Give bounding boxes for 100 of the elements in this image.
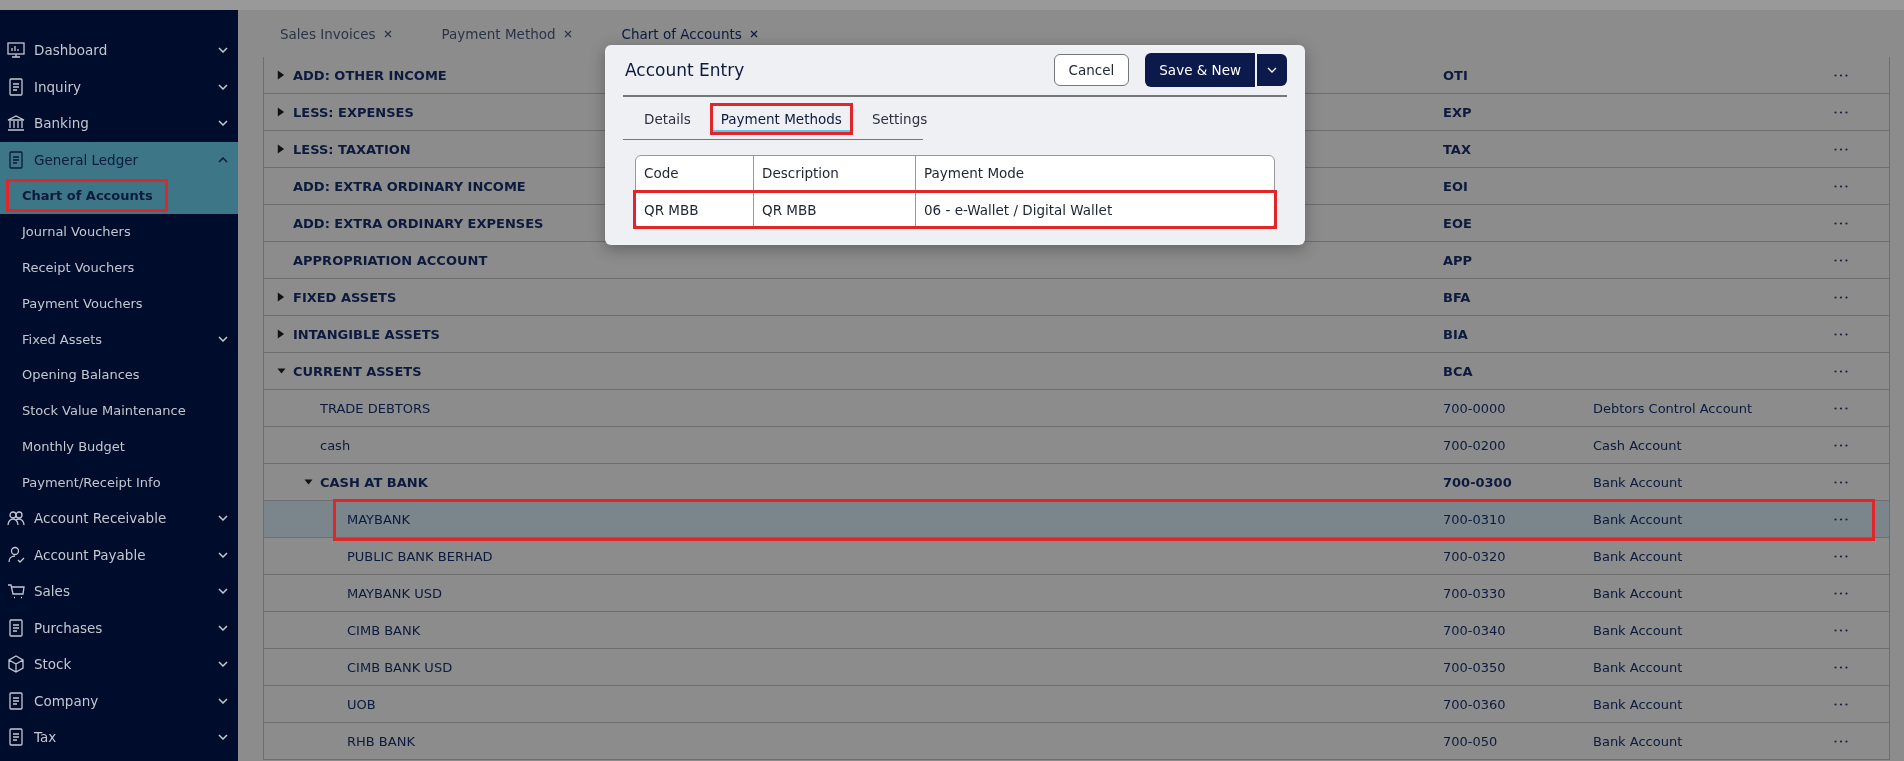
submenu-item[interactable]: Fixed Assets <box>0 321 238 357</box>
person-icon <box>6 544 26 565</box>
tab[interactable]: Payment Method <box>441 25 572 42</box>
menu-label: Purchases <box>34 619 104 636</box>
menu-item[interactable]: Account Payable <box>0 536 238 574</box>
table-row[interactable]: CIMB BANK 700-0340 Bank Account <box>264 612 1889 649</box>
more-icon[interactable] <box>1834 295 1848 299</box>
submenu-item[interactable]: Payment/Receipt Info <box>0 464 238 501</box>
save-new-button[interactable]: Save & New <box>1145 53 1255 87</box>
menu-item[interactable]: Account Receivable <box>0 500 238 537</box>
more-icon[interactable] <box>1834 147 1848 151</box>
account-code: 700-0200 <box>1443 437 1506 453</box>
menu-label: General Ledger <box>34 151 140 168</box>
more-icon[interactable] <box>1834 221 1848 225</box>
more-icon[interactable] <box>1834 517 1848 521</box>
triangle-down-icon[interactable] <box>276 367 287 375</box>
account-code: EXP <box>1443 104 1472 120</box>
menu-label: Dashboard <box>34 42 109 59</box>
more-icon[interactable] <box>1834 332 1848 336</box>
menu-item[interactable]: Purchases <box>0 609 238 647</box>
menu-item[interactable]: Sales <box>0 573 238 610</box>
menu-label: Account Receivable <box>34 510 168 527</box>
chevron-down-icon <box>218 47 228 54</box>
dropdown-button[interactable] <box>1257 54 1287 86</box>
account-code: 700-050 <box>1443 733 1498 749</box>
account-type: Bank Account <box>1593 622 1683 638</box>
table-row[interactable]: MAYBANK 700-0310 Bank Account <box>264 501 1889 538</box>
account-code: OTI <box>1443 67 1468 83</box>
submenu-label: Fixed Assets <box>21 330 104 349</box>
table-row[interactable]: cash 700-0200 Cash Account <box>264 427 1889 464</box>
menu-item[interactable]: Stock <box>0 646 238 683</box>
menu-item[interactable]: Tax <box>0 719 238 756</box>
account-code: EOE <box>1443 215 1472 231</box>
triangle-right-icon[interactable] <box>276 328 285 340</box>
account-name: LESS: TAXATION <box>293 141 411 157</box>
more-icon[interactable] <box>1834 184 1848 188</box>
submenu-item[interactable]: Journal Vouchers <box>0 213 238 250</box>
table-row[interactable]: RHB BANK 700-050 Bank Account <box>264 723 1889 760</box>
table-row[interactable]: MAYBANK USD 700-0330 Bank Account <box>264 575 1889 612</box>
table-row[interactable]: UOB 700-0360 Bank Account <box>264 686 1889 723</box>
account-name: ADD: EXTRA ORDINARY EXPENSES <box>293 215 544 231</box>
menu-item[interactable]: Company <box>0 682 238 720</box>
tab[interactable]: Sales Invoices <box>280 25 392 42</box>
chevron-down-icon <box>218 624 228 631</box>
menu-item[interactable]: Inquiry <box>0 68 238 105</box>
triangle-right-icon[interactable] <box>276 143 285 155</box>
table-row[interactable]: CURRENT ASSETS BCA <box>264 353 1889 390</box>
account-type: Bank Account <box>1593 585 1683 601</box>
submenu-item[interactable]: Stock Value Maintenance <box>0 392 238 429</box>
menu-item[interactable]: Dashboard <box>0 32 238 69</box>
account-name: CASH AT BANK <box>320 474 428 490</box>
account-code: 700-0360 <box>1443 696 1506 712</box>
table-row[interactable]: INTANGIBLE ASSETS BIA <box>264 316 1889 353</box>
close-icon[interactable] <box>383 29 392 38</box>
triangle-right-icon[interactable] <box>276 69 285 81</box>
account-name: APPROPRIATION ACCOUNT <box>293 252 488 268</box>
triangle-down-icon[interactable] <box>303 478 314 486</box>
more-icon[interactable] <box>1834 591 1848 595</box>
table-row[interactable]: FIXED ASSETS BFA <box>264 279 1889 316</box>
more-icon[interactable] <box>1834 73 1848 77</box>
menu-label: Inquiry <box>34 78 82 95</box>
chevron-down-icon <box>218 697 228 704</box>
table-row[interactable]: TRADE DEBTORS 700-0000 Debtors Control Account <box>264 390 1889 427</box>
account-name: RHB BANK <box>347 733 415 749</box>
submenu-item[interactable]: Payment Vouchers <box>0 285 238 322</box>
more-icon[interactable] <box>1834 702 1848 706</box>
account-type: Debtors Control Account <box>1593 400 1753 416</box>
close-icon[interactable] <box>749 29 758 38</box>
close-icon[interactable] <box>563 29 572 38</box>
chevron-down-icon <box>218 83 228 90</box>
more-icon[interactable] <box>1834 443 1848 447</box>
more-icon[interactable] <box>1834 258 1848 262</box>
menu-item[interactable]: Banking <box>0 105 238 142</box>
menu-label: Stock <box>34 656 73 673</box>
more-icon[interactable] <box>1834 369 1848 373</box>
tab[interactable]: Payment Methods <box>709 103 853 135</box>
account-name: MAYBANK USD <box>347 585 442 601</box>
more-icon[interactable] <box>1834 480 1848 484</box>
table-row[interactable]: PUBLIC BANK BERHAD 700-0320 Bank Account <box>264 538 1889 575</box>
more-icon[interactable] <box>1834 406 1848 410</box>
account-name: cash <box>320 437 351 453</box>
tab[interactable]: Chart of Accounts <box>621 25 758 42</box>
more-icon[interactable] <box>1834 110 1848 114</box>
more-icon[interactable] <box>1834 554 1848 558</box>
triangle-right-icon[interactable] <box>276 291 285 303</box>
more-icon[interactable] <box>1834 665 1848 669</box>
submenu-item[interactable]: Receipt Vouchers <box>0 249 238 286</box>
account-code: 700-0000 <box>1443 400 1506 416</box>
chevron-down-icon <box>218 120 228 127</box>
account-type: Bank Account <box>1593 474 1683 490</box>
cancel-button[interactable]: Cancel <box>1053 54 1130 86</box>
table-row[interactable]: QR MBB QR MBB 06 - e-Wallet / Digital Wallet <box>633 190 1277 229</box>
bank-icon <box>6 113 26 134</box>
submenu-item[interactable]: Monthly Budget <box>0 428 238 465</box>
triangle-right-icon[interactable] <box>276 106 285 118</box>
submenu-item[interactable]: Opening Balances <box>0 357 238 393</box>
more-icon[interactable] <box>1834 628 1848 632</box>
more-icon[interactable] <box>1834 739 1848 743</box>
account-name: CURRENT ASSETS <box>293 363 422 379</box>
table-row[interactable]: CIMB BANK USD 700-0350 Bank Account <box>264 649 1889 686</box>
